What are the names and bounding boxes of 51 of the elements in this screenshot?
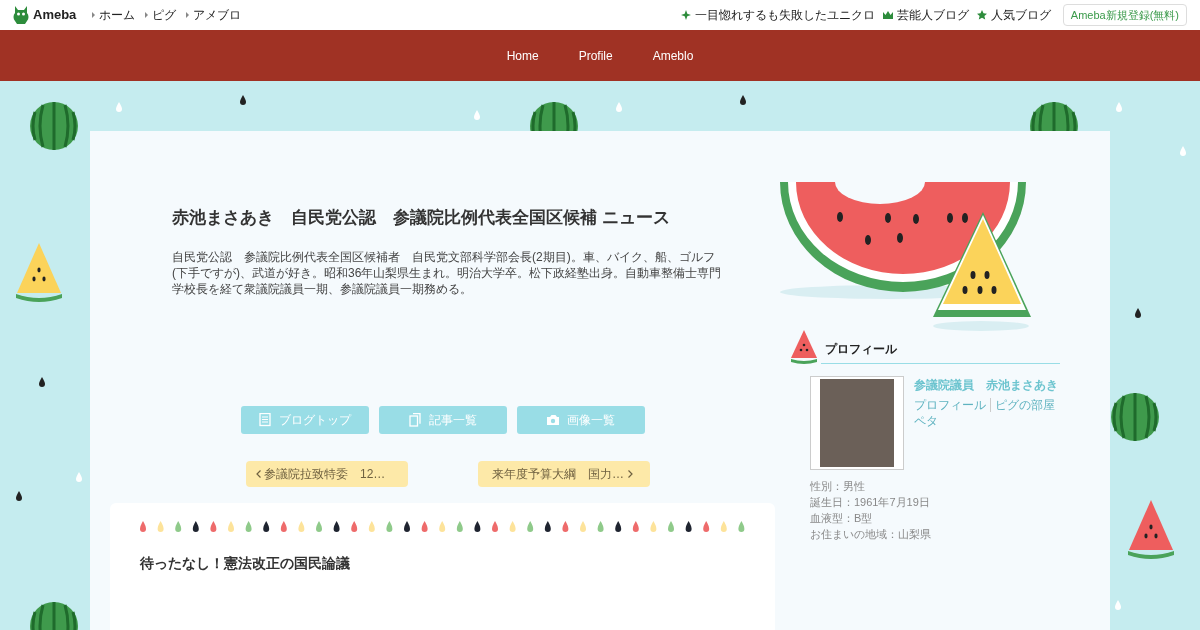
top-right-link[interactable]: 一目惚れするも失敗したユニクロ [694, 6, 875, 24]
watermelon-slice-icon [1127, 500, 1175, 560]
next-post-link[interactable]: 来年度予算大綱 国力… [478, 461, 650, 487]
nav-link[interactable]: Profile [578, 46, 613, 65]
top-nav-link[interactable]: ホーム [99, 6, 136, 24]
watermelon-slice-icon [790, 330, 818, 364]
drop-icon [1135, 308, 1141, 318]
watermelon-icon [29, 600, 79, 630]
camera-icon [547, 413, 559, 427]
watermelon-slice-icon [15, 243, 63, 303]
previous-post-link[interactable]: 参議院拉致特委 12… [246, 461, 408, 487]
caret-icon [145, 12, 149, 18]
article-title: 待ったなし！憲法改正の国民論議 [140, 554, 351, 573]
drop-icon [116, 102, 122, 112]
crown-icon [882, 10, 893, 20]
top-right-link[interactable]: 人気ブログ [990, 6, 1051, 24]
register-button[interactable]: Ameba新規登録(無料) [1062, 3, 1187, 27]
profile-detail: お住まいの地域：山梨県 [810, 527, 932, 542]
ameba-logo-text[interactable]: Ameba [33, 5, 77, 25]
drop-icon [1116, 102, 1122, 112]
top-nav-link[interactable]: アメブロ [193, 6, 242, 24]
blog-title: 赤池まさあき 自民党公認 参議院比例代表全国区候補 ニュース [172, 207, 671, 229]
profile-detail: 誕生日：1961年7月19日 [810, 495, 931, 510]
chevron-right-icon [628, 470, 633, 478]
caret-icon [186, 12, 190, 18]
top-nav-link[interactable]: ピグ [152, 6, 177, 24]
drop-icon [16, 491, 22, 501]
chevron-left-icon [256, 470, 261, 478]
drop-icon [1115, 600, 1121, 610]
watermelon-icon [29, 100, 79, 152]
drop-icon [474, 110, 480, 120]
nav-link[interactable]: Ameblo [652, 46, 694, 65]
blog-description: 自民党公認 参議院比例代表全国区候補者 自民党文部科学部会長(2期目)。車、バイク、船、ゴルフ(下手ですが)、武道が好き。昭和36年山梨県生まれ。明治大学卒。松下政経塾出身。自動車整備士専門学校長を経て衆議院議員一期、参議院議員一期務める。 [172, 248, 723, 297]
profile-detail: 性別：男性 [810, 479, 866, 494]
watermelon-icon [1110, 391, 1160, 443]
drop-icon [76, 472, 82, 482]
sparkle-icon [680, 10, 691, 20]
caret-icon [92, 12, 96, 18]
copy-icon [409, 413, 421, 427]
profile-heading: プロフィール [821, 340, 1060, 364]
star-icon [976, 10, 987, 20]
document-icon [259, 413, 271, 427]
drop-icon [240, 95, 246, 105]
drop-icon [1180, 146, 1186, 156]
profile-detail: 血液型：B型 [810, 511, 874, 526]
nav-link[interactable]: Home [506, 46, 539, 65]
ameba-logo-icon[interactable] [13, 6, 29, 24]
drop-icon [740, 95, 746, 105]
top-right-link[interactable]: 芸能人ブログ [896, 6, 969, 24]
drop-icon [39, 377, 45, 387]
drop-icon [616, 102, 622, 112]
